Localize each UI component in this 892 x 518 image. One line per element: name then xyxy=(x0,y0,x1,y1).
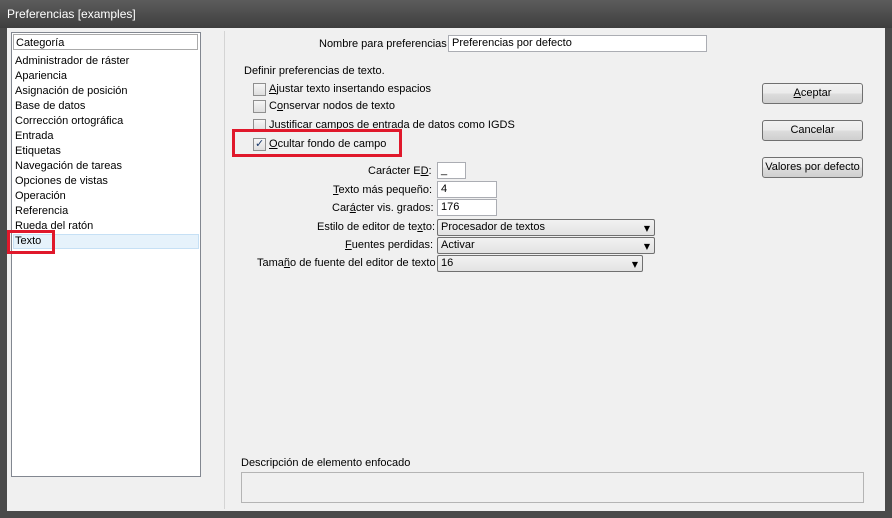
category-item-correccion-ortografica[interactable]: Corrección ortográfica xyxy=(14,114,199,129)
category-item-operacion[interactable]: Operación xyxy=(14,189,199,204)
category-item-asignacion-de-posicion[interactable]: Asignación de posición xyxy=(14,84,199,99)
title-bar[interactable]: Preferencias [examples] xyxy=(0,0,892,28)
hide-field-background-label[interactable]: Ocultar fondo de campo xyxy=(269,138,386,150)
window-title: Preferencias [examples] xyxy=(7,7,136,21)
keep-text-nodes-checkbox[interactable] xyxy=(253,100,266,113)
view-degrees-field[interactable]: 176 xyxy=(437,199,497,216)
section-label: Definir preferencias de texto. xyxy=(244,65,385,77)
editor-style-value: Procesador de textos xyxy=(441,221,545,233)
chevron-down-icon: ▼ xyxy=(643,224,650,233)
editor-style-dropdown[interactable]: Procesador de textos ▼ xyxy=(437,219,655,236)
category-column-header[interactable]: Categoría xyxy=(13,34,198,50)
view-degrees-label: Carácter vis. grados: xyxy=(332,202,434,214)
preferences-name-field[interactable]: Preferencias por defecto xyxy=(448,35,707,52)
chevron-down-icon: ▼ xyxy=(643,242,650,251)
category-item-opciones-de-vistas[interactable]: Opciones de vistas xyxy=(14,174,199,189)
category-item-base-de-datos[interactable]: Base de datos xyxy=(14,99,199,114)
preferences-window: Preferencias [examples] Categoría Admini… xyxy=(0,0,892,518)
ed-char-label: Carácter ED: xyxy=(368,165,432,177)
category-items: Administrador de ráster Apariencia Asignac… xyxy=(13,54,199,249)
category-item-administrador-de-raster[interactable]: Administrador de ráster xyxy=(14,54,199,69)
editor-font-size-dropdown[interactable]: 16 ▼ xyxy=(437,255,643,272)
editor-font-size-label: Tamaño de fuente del editor de texto xyxy=(257,257,436,269)
category-item-etiquetas[interactable]: Etiquetas xyxy=(14,144,199,159)
chevron-down-icon: ▼ xyxy=(631,260,638,269)
description-label: Descripción de elemento enfocado xyxy=(241,457,411,469)
justify-fields-label[interactable]: Justificar campos de entrada de datos co… xyxy=(269,119,515,131)
smallest-text-label: Texto más pequeño: xyxy=(333,184,433,196)
dialog-client-area: Categoría Administrador de ráster Aparien… xyxy=(7,28,885,511)
description-box xyxy=(241,472,864,503)
cancel-button[interactable]: Cancelar xyxy=(762,120,863,141)
missing-fonts-dropdown[interactable]: Activar ▼ xyxy=(437,237,655,254)
category-item-rueda-del-raton[interactable]: Rueda del ratón xyxy=(14,219,199,234)
missing-fonts-value: Activar xyxy=(441,239,475,251)
category-item-referencia[interactable]: Referencia xyxy=(14,204,199,219)
preferences-name-label: Nombre para preferencias xyxy=(319,38,447,50)
panel-divider xyxy=(224,31,225,509)
defaults-button[interactable]: Valores por defecto xyxy=(762,157,863,178)
category-item-texto[interactable]: Texto xyxy=(13,234,199,249)
justify-fields-checkbox[interactable] xyxy=(253,119,266,132)
ed-char-field[interactable]: _ xyxy=(437,162,466,179)
category-item-entrada[interactable]: Entrada xyxy=(14,129,199,144)
category-item-apariencia[interactable]: Apariencia xyxy=(14,69,199,84)
wrap-text-label[interactable]: Ajustar texto insertando espacios xyxy=(269,83,431,95)
category-list[interactable]: Categoría Administrador de ráster Aparien… xyxy=(11,32,201,477)
editor-font-size-value: 16 xyxy=(441,257,454,269)
accept-button[interactable]: Aceptar xyxy=(762,83,863,104)
keep-text-nodes-label[interactable]: Conservar nodos de texto xyxy=(269,100,395,112)
category-item-navegacion-de-tareas[interactable]: Navegación de tareas xyxy=(14,159,199,174)
editor-style-label: Estilo de editor de texto: xyxy=(317,221,436,233)
missing-fonts-label: Fuentes perdidas: xyxy=(345,239,434,251)
hide-field-background-checkbox[interactable] xyxy=(253,137,266,151)
wrap-text-checkbox[interactable] xyxy=(253,83,266,96)
smallest-text-field[interactable]: 4 xyxy=(437,181,497,198)
